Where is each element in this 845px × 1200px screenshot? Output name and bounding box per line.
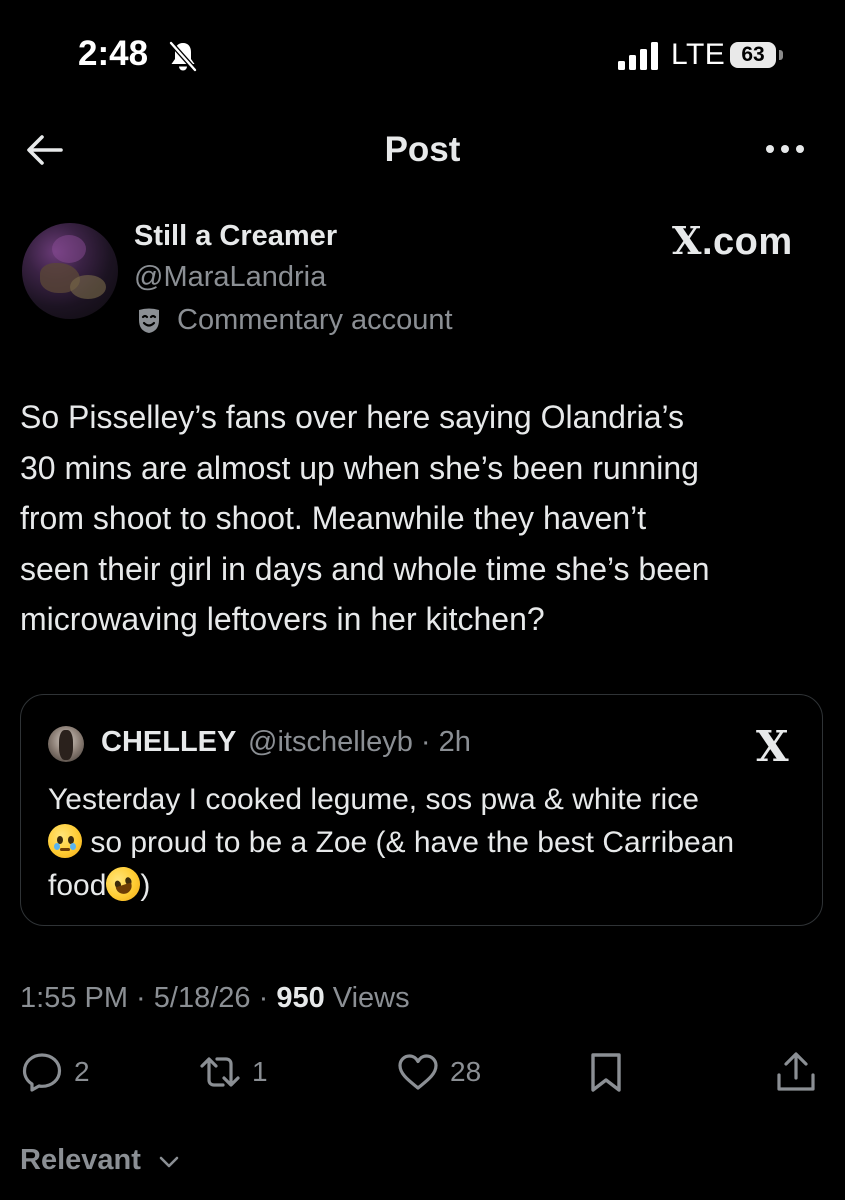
views-count: 950 (276, 982, 325, 1014)
quoted-avatar (48, 726, 84, 762)
repost-count: 1 (252, 1056, 268, 1087)
reply-icon (22, 1053, 62, 1092)
reply-button[interactable]: 2 (20, 1050, 90, 1094)
sort-relevant[interactable]: Relevant (20, 1144, 141, 1177)
repost-icon (200, 1057, 240, 1087)
x-com-watermark: X.com (672, 218, 793, 264)
rolling-on-floor-laughing-emoji (101, 862, 145, 906)
meta-separator: · (128, 982, 154, 1014)
post-time: 1:55 PM (20, 982, 128, 1014)
watermark-suffix: .com (701, 221, 793, 263)
author-handle[interactable]: @MaraLandria (134, 261, 326, 294)
battery-tip (779, 50, 783, 60)
quoted-text-line: food (48, 869, 107, 902)
like-count: 28 (450, 1056, 482, 1087)
post-text-line: microwaving leftovers in her kitchen? (20, 601, 545, 637)
like-icon (398, 1054, 438, 1090)
pleading-face-emoji (48, 824, 82, 858)
quoted-display-name: CHELLEY (101, 726, 237, 758)
views-label: Views (324, 982, 410, 1014)
battery-icon: 63 (730, 42, 776, 68)
bookmark-button[interactable] (584, 1050, 628, 1094)
share-button[interactable] (774, 1050, 818, 1094)
status-time: 2:48 (78, 34, 149, 73)
meta-separator: · (250, 982, 277, 1014)
post-date: 5/18/26 (153, 982, 251, 1014)
account-label: Commentary account (177, 304, 453, 336)
post-meta: 1:55 PM · 5/18/26 · 950 Views (20, 982, 410, 1015)
author-display-name[interactable]: Still a Creamer (134, 220, 337, 253)
signal-icon (618, 40, 662, 70)
battery-level: 63 (741, 43, 765, 66)
like-button[interactable]: 28 (396, 1050, 481, 1094)
theater-mask-icon (139, 308, 159, 333)
more-horizontal-icon[interactable] (764, 140, 806, 160)
share-icon (777, 1052, 815, 1091)
chevron-down-icon[interactable] (158, 1152, 180, 1172)
network-type: LTE (671, 38, 726, 71)
repost-button[interactable]: 1 (198, 1050, 268, 1094)
bookmark-icon (591, 1053, 621, 1092)
quoted-text: Yesterday I cooked legume, sos pwa & whi… (48, 778, 808, 907)
quoted-handle-time: @itschelleyb · 2h (248, 726, 471, 758)
post-text-line: 30 mins are almost up when she’s been ru… (20, 449, 699, 486)
post-text-line: seen their girl in days and whole time s… (20, 550, 710, 587)
avatar[interactable] (22, 223, 118, 319)
watermark-x: X (672, 218, 702, 263)
x-logo-icon: X (756, 722, 789, 771)
bell-off-icon (169, 41, 197, 72)
quoted-text-line: Yesterday I cooked legume, sos pwa & whi… (48, 783, 699, 816)
post-text-line: from shoot to shoot. Meanwhile they have… (20, 500, 647, 536)
post-text-line: So Pisselley’s fans over here saying Ola… (20, 399, 685, 435)
quoted-text-line: so proud to be a Zoe (& have the best Ca… (82, 826, 735, 859)
post-text: So Pisselley’s fans over here saying Ola… (20, 392, 830, 645)
quoted-text-line: ) (140, 869, 151, 902)
page-title: Post (384, 130, 461, 169)
reply-count: 2 (74, 1056, 90, 1087)
